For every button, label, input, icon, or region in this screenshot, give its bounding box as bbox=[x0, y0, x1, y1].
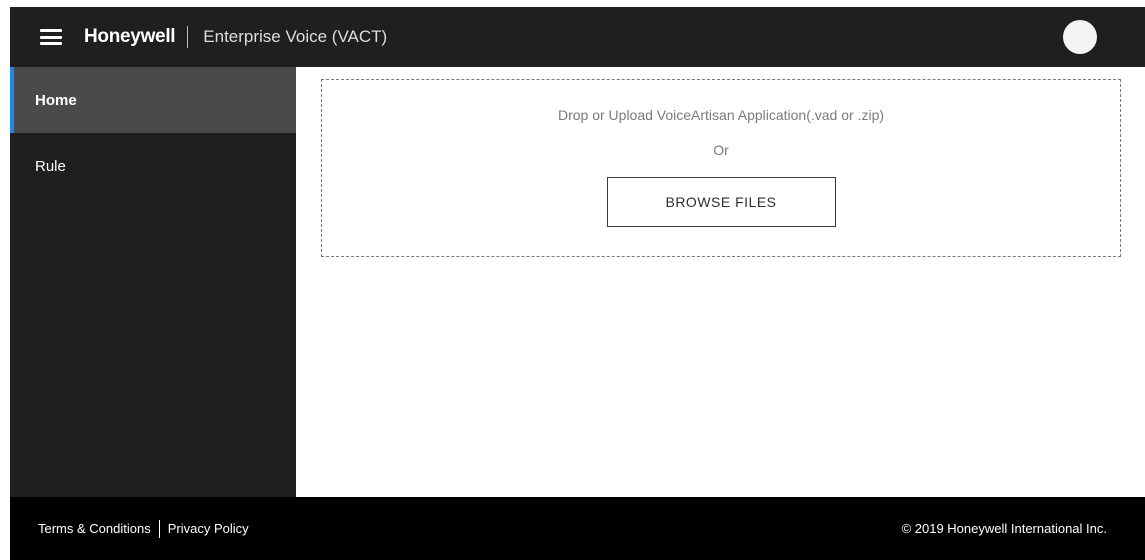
sidebar-item-rule[interactable]: Rule bbox=[10, 133, 296, 199]
footer: Terms & Conditions Privacy Policy © 2019… bbox=[10, 497, 1145, 560]
footer-divider bbox=[158, 519, 160, 538]
privacy-link[interactable]: Privacy Policy bbox=[168, 521, 249, 536]
drop-prompt: Drop or Upload VoiceArtisan Application(… bbox=[557, 107, 885, 123]
copyright-text: © 2019 Honeywell International Inc. bbox=[901, 521, 1107, 536]
brand-logo: Honeywell bbox=[84, 26, 176, 47]
sidebar-item-label: Home bbox=[35, 91, 77, 109]
file-drop-zone[interactable]: Drop or Upload VoiceArtisan Application(… bbox=[321, 79, 1121, 257]
app-title: Enterprise Voice (VACT) bbox=[203, 27, 388, 46]
hamburger-menu-icon[interactable] bbox=[40, 29, 62, 45]
header-divider bbox=[187, 26, 189, 48]
or-separator: Or bbox=[713, 142, 729, 158]
main-content: Drop or Upload VoiceArtisan Application(… bbox=[296, 67, 1145, 497]
avatar[interactable] bbox=[1063, 20, 1097, 54]
sidebar-item-label: Rule bbox=[35, 157, 66, 175]
sidebar-item-home[interactable]: Home bbox=[10, 67, 296, 133]
terms-link[interactable]: Terms & Conditions bbox=[38, 521, 151, 536]
browse-files-button[interactable]: BROWSE FILES bbox=[606, 177, 836, 227]
footer-links: Terms & Conditions Privacy Policy bbox=[38, 519, 249, 538]
top-navigation-bar: Honeywell Enterprise Voice (VACT) bbox=[10, 7, 1145, 67]
sidebar: Home Rule bbox=[10, 67, 296, 497]
